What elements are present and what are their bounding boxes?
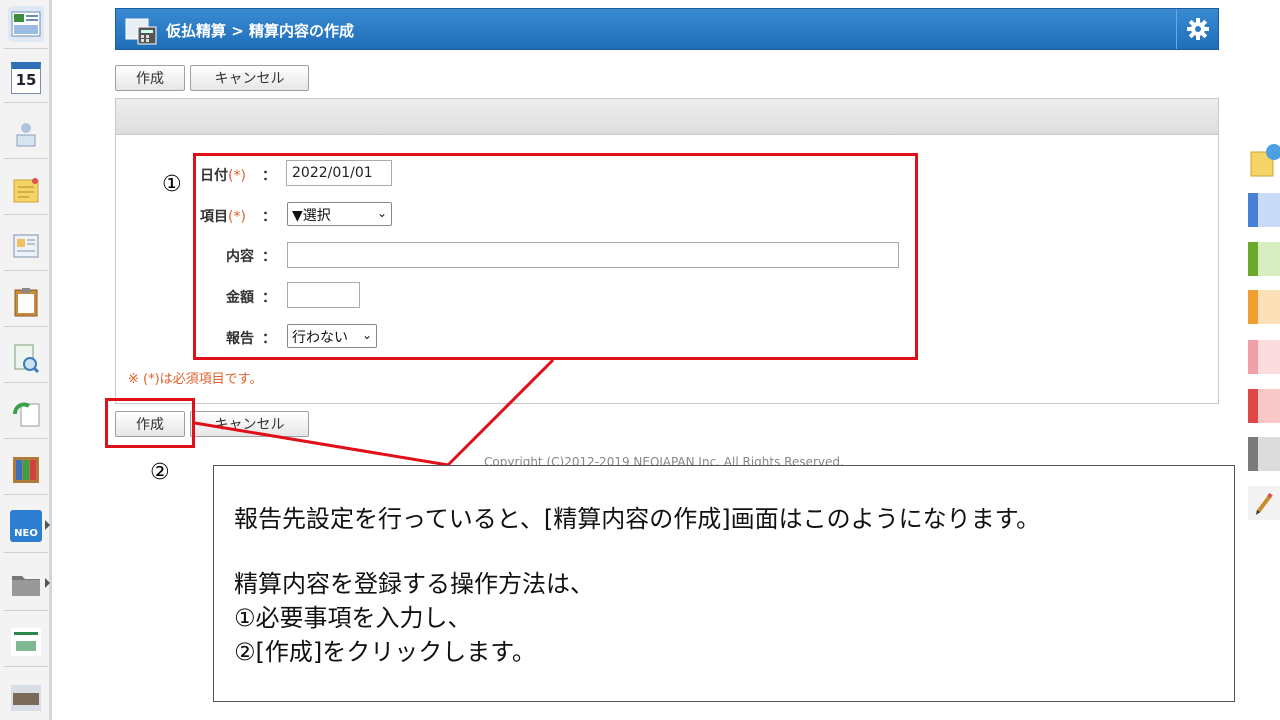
callout-line-2: 精算内容を登録する操作方法は、 — [234, 570, 594, 598]
explanation-callout: 報告先設定を行っていると、[精算内容の作成]画面はこのようになります。 精算内容… — [213, 465, 1235, 702]
callout-line-1: 報告先設定を行っていると、[精算内容の作成]画面はこのようになります。 — [234, 505, 1041, 533]
callout-line-4: ②[作成]をクリックします。 — [234, 638, 536, 666]
callout-line-3: ①必要事項を入力し、 — [234, 604, 472, 632]
